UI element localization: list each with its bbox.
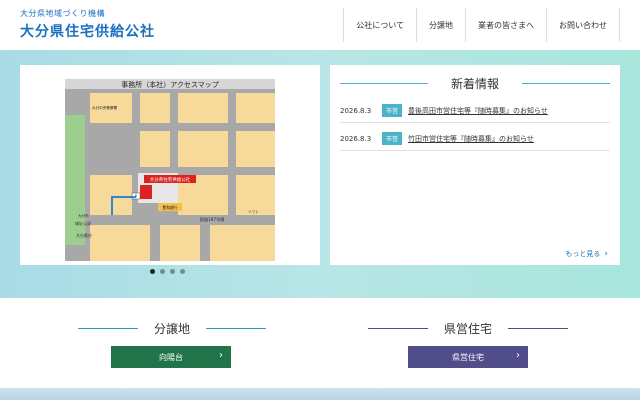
map-pref-label: 大分県庁	[76, 232, 92, 238]
chevron-right-icon: ›	[219, 350, 223, 361]
nav-subdivision[interactable]: 分譲地	[416, 8, 465, 42]
hero-band: 事務所（本社）アクセスマップ 城址公園 大分県住宅供給公社 P 豊和銀行 国道1…	[0, 50, 640, 298]
logo-title: 大分県住宅供給公社	[20, 24, 155, 40]
prefectural-housing-title: 県営住宅	[443, 322, 492, 336]
news-tag: 市営	[382, 132, 403, 145]
carousel-dot-1[interactable]	[150, 269, 155, 274]
carousel-dot-3[interactable]	[170, 269, 175, 274]
site-logo[interactable]: 大分県地域づくり機構 大分県住宅供給公社	[20, 8, 155, 41]
logo-subtitle: 大分県地域づくり機構	[20, 9, 105, 18]
prefectural-housing-button-label: 県営住宅	[452, 352, 484, 362]
subdivision-title: 分譲地	[153, 322, 190, 336]
global-nav: 公社について 分譲地 業者の皆さまへ お問い合わせ	[343, 8, 620, 42]
nav-about[interactable]: 公社について	[343, 8, 416, 42]
office-marker	[140, 185, 152, 199]
carousel-dot-4[interactable]	[180, 269, 185, 274]
carousel-dot-2[interactable]	[160, 269, 165, 274]
map-road-label: 国道197号線	[200, 216, 226, 223]
news-item: 2026.8.3 市営 竹田市営住宅等『随時募集』のお知らせ	[340, 127, 610, 151]
map-office-name: 大分県住宅供給公社	[150, 176, 191, 183]
chevron-right-icon: ›	[516, 350, 520, 361]
nav-contractors[interactable]: 業者の皆さまへ	[465, 8, 546, 42]
chevron-right-icon: ›	[604, 249, 608, 259]
subdivision-heading: 分譲地	[78, 318, 266, 338]
news-more-label: もっと見る	[565, 250, 601, 258]
news-link[interactable]: 竹田市営住宅等『随時募集』のお知らせ	[408, 134, 534, 144]
nav-contact[interactable]: お問い合わせ	[546, 8, 620, 42]
prefectural-housing-heading: 県営住宅	[368, 318, 568, 338]
map-title: 事務所（本社）アクセスマップ	[121, 80, 218, 89]
carousel-dots	[150, 269, 185, 274]
news-tag: 市営	[382, 104, 403, 117]
footer-image-strip	[0, 388, 640, 400]
news-link[interactable]: 豊後高田市営住宅等『随時募集』のお知らせ	[408, 106, 548, 116]
koyodai-button-label: 向陽台	[159, 352, 183, 362]
news-more-link[interactable]: もっと見る ›	[565, 249, 608, 259]
news-item: 2026.8.3 市営 豊後高田市営住宅等『随時募集』のお知らせ	[340, 99, 610, 123]
map-shop-label: 大分市	[78, 213, 89, 218]
news-heading: 新着情報	[340, 73, 610, 93]
map-park-label: 城址公園	[75, 220, 91, 226]
map-store-label: ソフト	[248, 209, 259, 214]
access-map-image: 事務所（本社）アクセスマップ 城址公園 大分県住宅供給公社 P 豊和銀行 国道1…	[20, 65, 320, 265]
site-header: 大分県地域づくり機構 大分県住宅供給公社 公社について 分譲地 業者の皆さまへ …	[0, 0, 640, 50]
news-panel: 新着情報 2026.8.3 市営 豊後高田市営住宅等『随時募集』のお知らせ 20…	[330, 65, 620, 265]
map-bank-label: 豊和銀行	[162, 205, 177, 210]
news-title: 新着情報	[450, 77, 499, 91]
news-date: 2026.8.3	[340, 106, 372, 115]
koyodai-button[interactable]: 向陽台 ›	[111, 346, 231, 368]
news-date: 2026.8.3	[340, 134, 372, 143]
prefectural-housing-button[interactable]: 県営住宅 ›	[408, 346, 528, 368]
map-north-label: 大分中央警察署	[92, 105, 118, 110]
carousel-slide-map[interactable]: 事務所（本社）アクセスマップ 城址公園 大分県住宅供給公社 P 豊和銀行 国道1…	[20, 65, 320, 265]
